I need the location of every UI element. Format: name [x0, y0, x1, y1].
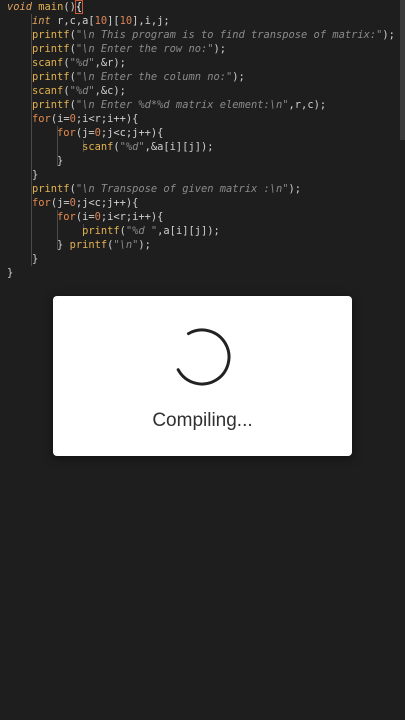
loading-spinner-icon	[173, 328, 231, 386]
code-token: (j=	[50, 197, 70, 209]
code-token: ,&c);	[94, 85, 126, 97]
code-token: ;i<r;i++){	[100, 211, 164, 223]
code-token: );	[213, 43, 226, 55]
code-token: scanf	[32, 57, 64, 69]
code-line[interactable]: printf("\n Enter the column no:");	[7, 70, 245, 84]
code-token: ,a[i][j]);	[157, 225, 220, 237]
code-line[interactable]: for(j=0;j<c;j++){	[7, 196, 138, 210]
code-token: "\n Transpose of given matrix :\n"	[75, 183, 289, 195]
code-token: "\n Enter %d*%d matrix element:\n"	[75, 99, 289, 111]
code-token: ;i<r;i++){	[75, 113, 139, 125]
code-token: for	[57, 127, 76, 139]
code-token: int	[32, 15, 51, 27]
code-line[interactable]: }	[7, 252, 38, 266]
code-token: {	[74, 0, 84, 14]
code-token: ;j<c;j++){	[100, 127, 164, 139]
code-token: }	[7, 267, 14, 279]
code-token: }	[32, 253, 39, 265]
code-token: 10	[94, 15, 108, 27]
code-token: printf	[32, 99, 70, 111]
code-token: ],i,j;	[132, 15, 170, 27]
code-token: }	[57, 155, 64, 167]
code-line[interactable]: }	[7, 266, 13, 280]
code-token: printf	[32, 29, 70, 41]
code-line[interactable]: printf("\n Transpose of given matrix :\n…	[7, 182, 301, 196]
code-token: }	[57, 239, 70, 251]
code-token: );	[232, 71, 245, 83]
code-token: ,&r);	[94, 57, 126, 69]
code-line[interactable]: }	[7, 168, 38, 182]
compiling-message: Compiling...	[152, 410, 253, 431]
code-line[interactable]: scanf("%d",&a[i][j]);	[7, 140, 213, 154]
code-token: (i=	[50, 113, 70, 125]
code-line[interactable]: printf("\n Enter the row no:");	[7, 42, 226, 56]
compiling-dialog: Compiling...	[53, 296, 352, 456]
code-token: 10	[119, 15, 133, 27]
code-line[interactable]: for(j=0;j<c;j++){	[7, 126, 163, 140]
code-line[interactable]: scanf("%d",&r);	[7, 56, 126, 70]
code-token: for	[57, 211, 76, 223]
code-line[interactable]: int r,c,a[10][10],i,j;	[7, 14, 170, 28]
code-token: (j=	[75, 127, 95, 139]
code-token: for	[32, 113, 51, 125]
code-token: "%d "	[125, 225, 158, 237]
code-line[interactable]: printf("\n This program is to find trans…	[7, 28, 395, 42]
code-token: );	[138, 239, 151, 251]
code-token: for	[32, 197, 51, 209]
code-line[interactable]: } printf("\n");	[7, 238, 151, 252]
code-line[interactable]: printf("%d ",a[i][j]);	[7, 224, 220, 238]
code-token: );	[382, 29, 395, 41]
code-token: "\n Enter the row no:"	[75, 43, 214, 55]
code-line[interactable]: for(i=0;i<r;i++){	[7, 112, 138, 126]
code-token: printf	[32, 43, 70, 55]
code-line[interactable]: void main(){	[7, 0, 84, 14]
code-token: "%d"	[69, 85, 95, 97]
code-token: void	[7, 1, 33, 13]
code-token: ()	[63, 1, 76, 13]
code-token: (i=	[75, 211, 95, 223]
code-token: ][	[107, 15, 120, 27]
code-token: ,&a[i][j]);	[144, 141, 214, 153]
code-token: printf	[32, 71, 70, 83]
code-token: "%d"	[69, 57, 95, 69]
editor-scrollbar[interactable]	[400, 0, 405, 140]
code-token: printf	[32, 183, 70, 195]
code-token: }	[32, 169, 39, 181]
code-token: ;j<c;j++){	[75, 197, 139, 209]
code-token: "%d"	[119, 141, 145, 153]
code-line[interactable]: printf("\n Enter %d*%d matrix element:\n…	[7, 98, 326, 112]
code-token: scanf	[32, 85, 64, 97]
code-token: "\n Enter the column no:"	[75, 71, 233, 83]
code-line[interactable]: for(i=0;i<r;i++){	[7, 210, 163, 224]
code-token: printf	[82, 225, 120, 237]
code-token: "\n This program is to find transpose of…	[75, 29, 383, 41]
code-token: scanf	[82, 141, 114, 153]
code-token: printf	[69, 239, 108, 251]
code-line[interactable]: scanf("%d",&c);	[7, 84, 126, 98]
code-line[interactable]: }	[7, 154, 63, 168]
code-token: main	[38, 1, 64, 13]
code-token: ,r,c);	[288, 99, 327, 111]
code-token: r,c,a[	[50, 15, 95, 27]
code-token: "\n"	[113, 239, 139, 251]
code-token: );	[288, 183, 302, 195]
